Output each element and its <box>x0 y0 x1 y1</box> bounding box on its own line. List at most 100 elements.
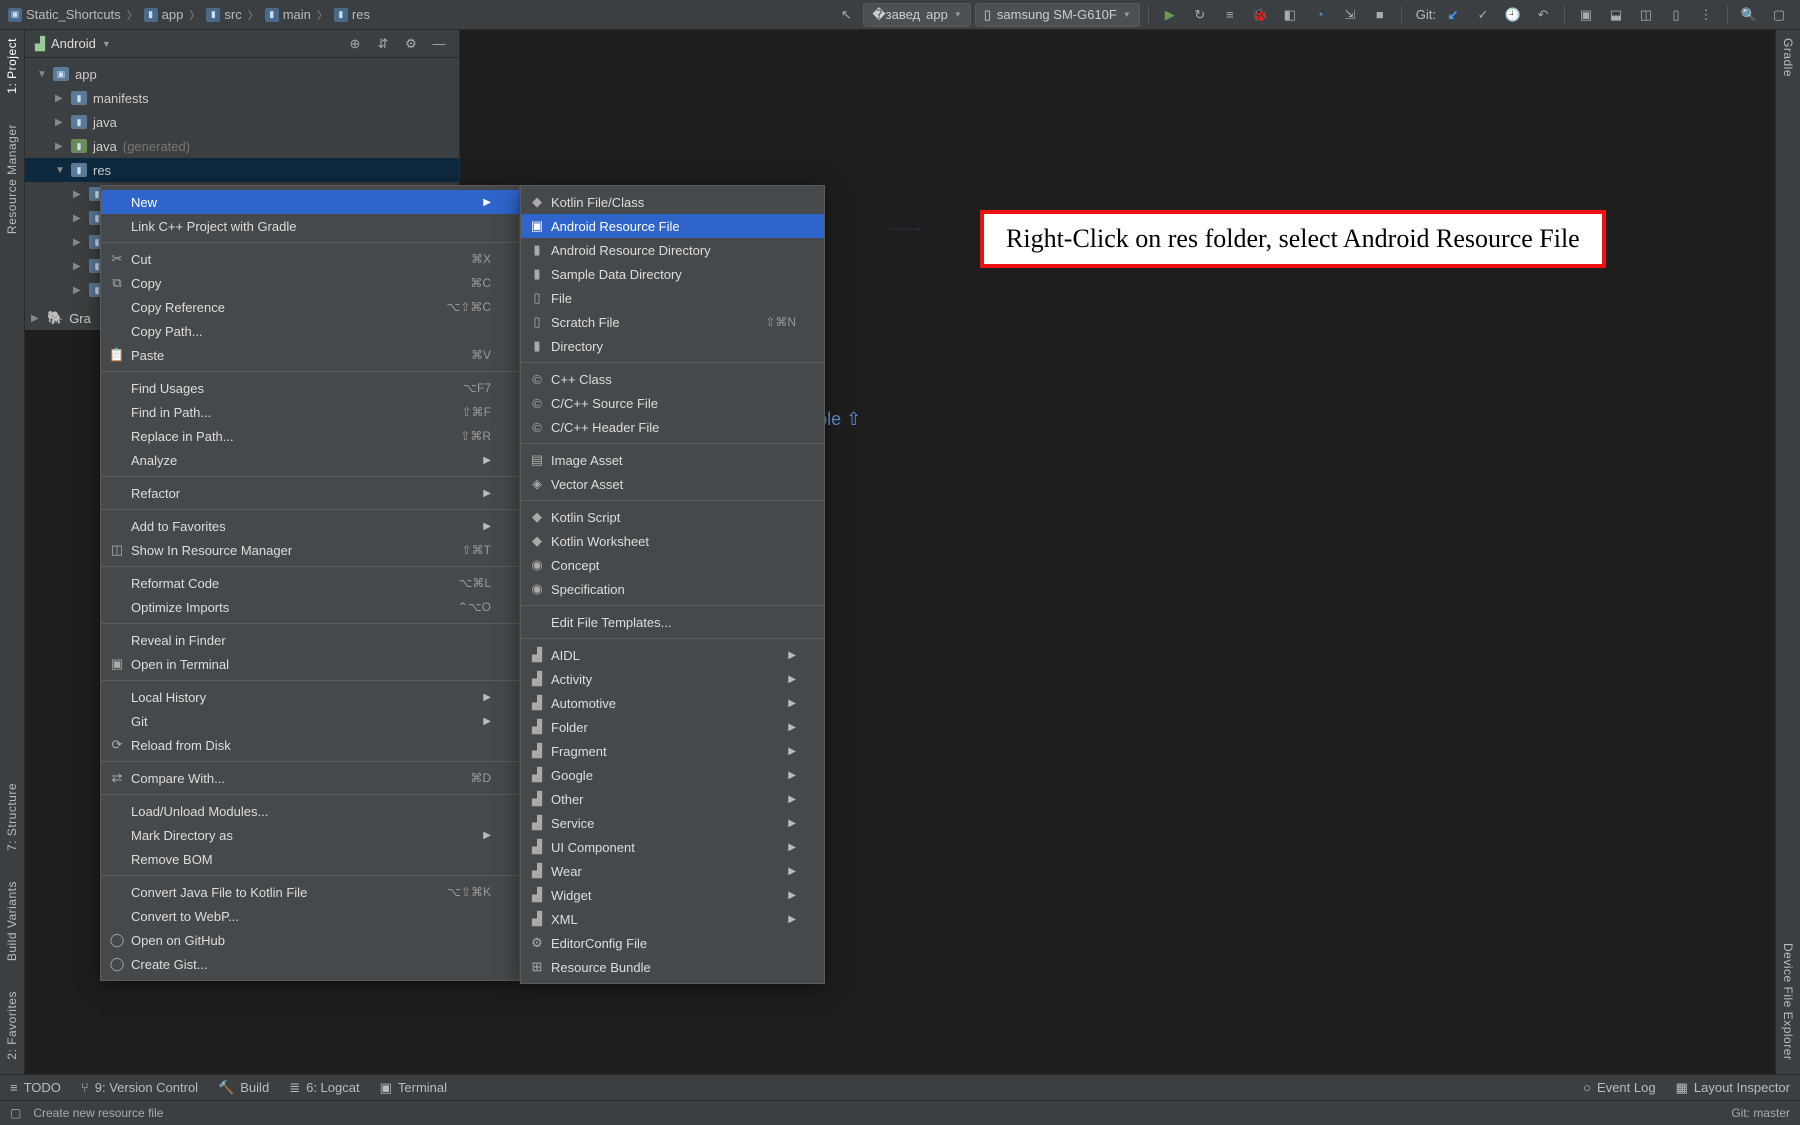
gear-icon[interactable]: ⚙ <box>401 34 421 54</box>
toolwin-build[interactable]: 🔨Build <box>218 1080 269 1096</box>
ctx-xml[interactable]: ▟XML▶ <box>521 907 824 931</box>
add-config-button[interactable]: ↖ <box>833 4 859 26</box>
ctx-find-usages[interactable]: Find Usages⌥F7 <box>101 376 519 400</box>
apply-changes-button[interactable]: ↻ <box>1187 4 1213 26</box>
ctx-link-cpp[interactable]: Link C++ Project with Gradle <box>101 214 519 238</box>
ctx-folder[interactable]: ▟Folder▶ <box>521 715 824 739</box>
ctx-widget[interactable]: ▟Widget▶ <box>521 883 824 907</box>
ctx-git[interactable]: Git▶ <box>101 709 519 733</box>
ctx-mark-directory[interactable]: Mark Directory as▶ <box>101 823 519 847</box>
ctx-convert-kotlin[interactable]: Convert Java File to Kotlin File⌥⇧⌘K <box>101 880 519 904</box>
ctx-analyze[interactable]: Analyze▶ <box>101 448 519 472</box>
rail-structure[interactable]: 7: Structure <box>5 783 19 851</box>
ctx-editorconfig[interactable]: ⚙EditorConfig File <box>521 931 824 955</box>
ctx-optimize-imports[interactable]: Optimize Imports⌃⌥O <box>101 595 519 619</box>
ctx-sample-data-directory[interactable]: ▮Sample Data Directory <box>521 262 824 286</box>
crumb-res[interactable]: ▮res <box>334 7 370 22</box>
toolwin-vcs[interactable]: ⑂9: Version Control <box>81 1080 198 1095</box>
ctx-create-gist[interactable]: ◯Create Gist... <box>101 952 519 976</box>
tree-toggle-icon[interactable]: ▼ <box>37 69 47 80</box>
ctx-android-resource-directory[interactable]: ▮Android Resource Directory <box>521 238 824 262</box>
ctx-specification[interactable]: ◉Specification <box>521 577 824 601</box>
ctx-open-terminal[interactable]: ▣Open in Terminal <box>101 652 519 676</box>
ctx-refactor[interactable]: Refactor▶ <box>101 481 519 505</box>
ctx-c-header[interactable]: ©C/C++ Header File <box>521 415 824 439</box>
tree-toggle-icon[interactable]: ▶ <box>31 313 41 324</box>
toolwin-todo[interactable]: ≡TODO <box>10 1080 61 1095</box>
toolwindows-icon[interactable]: ▢ <box>10 1106 21 1120</box>
tree-node-java-generated[interactable]: ▶▮java (generated) <box>25 134 459 158</box>
toolwin-layout-inspector[interactable]: ▦Layout Inspector <box>1676 1080 1790 1096</box>
rail-gradle[interactable]: Gradle <box>1781 38 1795 77</box>
tree-node-manifests[interactable]: ▶▮manifests <box>25 86 459 110</box>
run-config-combo[interactable]: �заведapp▼ <box>863 3 970 27</box>
stop-button[interactable]: ■ <box>1367 4 1393 26</box>
ctx-new[interactable]: New▶ <box>101 190 519 214</box>
git-branch[interactable]: Git: master <box>1731 1106 1790 1120</box>
crumb-project[interactable]: ▣Static_Shortcuts <box>8 7 121 22</box>
ctx-directory[interactable]: ▮Directory <box>521 334 824 358</box>
ctx-aidl[interactable]: ▟AIDL▶ <box>521 643 824 667</box>
search-button[interactable]: 🔍 <box>1736 4 1762 26</box>
attach-debugger-button[interactable]: ⇲ <box>1337 4 1363 26</box>
rail-device-file-explorer[interactable]: Device File Explorer <box>1781 943 1795 1060</box>
ctx-image-asset[interactable]: ▤Image Asset <box>521 448 824 472</box>
account-button[interactable]: ▢ <box>1766 4 1792 26</box>
ctx-local-history[interactable]: Local History▶ <box>101 685 519 709</box>
ctx-google[interactable]: ▟Google▶ <box>521 763 824 787</box>
ctx-kotlin-worksheet[interactable]: ◆Kotlin Worksheet <box>521 529 824 553</box>
git-commit-button[interactable]: ✓ <box>1470 4 1496 26</box>
ctx-reveal-finder[interactable]: Reveal in Finder <box>101 628 519 652</box>
ctx-scratch-file[interactable]: ▯Scratch File⇧⌘N <box>521 310 824 334</box>
ctx-load-modules[interactable]: Load/Unload Modules... <box>101 799 519 823</box>
tree-toggle-icon[interactable]: ▶ <box>55 93 65 104</box>
ctx-remove-bom[interactable]: Remove BOM <box>101 847 519 871</box>
hide-icon[interactable]: — <box>429 34 449 54</box>
git-update-button[interactable]: ↙ <box>1440 4 1466 26</box>
ctx-open-github[interactable]: ◯Open on GitHub <box>101 928 519 952</box>
tree-toggle-icon[interactable]: ▶ <box>73 285 83 296</box>
tree-toggle-icon[interactable]: ▶ <box>73 261 83 272</box>
project-view-combo[interactable]: ▟ Android ▼ <box>35 36 111 52</box>
coverage-button[interactable]: ◧ <box>1277 4 1303 26</box>
ctx-file[interactable]: ▯File <box>521 286 824 310</box>
git-history-button[interactable]: 🕘 <box>1500 4 1526 26</box>
ctx-concept[interactable]: ◉Concept <box>521 553 824 577</box>
ctx-ui-component[interactable]: ▟UI Component▶ <box>521 835 824 859</box>
more-button[interactable]: ⋮ <box>1693 4 1719 26</box>
ctx-fragment[interactable]: ▟Fragment▶ <box>521 739 824 763</box>
git-rollback-button[interactable]: ↶ <box>1530 4 1556 26</box>
ctx-kotlin-file[interactable]: ◆Kotlin File/Class <box>521 190 824 214</box>
crumb-src[interactable]: ▮src <box>206 7 241 22</box>
rail-resource-manager[interactable]: Resource Manager <box>5 124 19 234</box>
avd-manager-button[interactable]: ▣ <box>1573 4 1599 26</box>
tree-node-app[interactable]: ▼▣app <box>25 62 459 86</box>
ctx-wear[interactable]: ▟Wear▶ <box>521 859 824 883</box>
expand-icon[interactable]: ⇵ <box>373 34 393 54</box>
tree-toggle-icon[interactable]: ▶ <box>73 237 83 248</box>
rail-favorites[interactable]: 2: Favorites <box>5 991 19 1060</box>
ctx-android-resource-file[interactable]: ▣Android Resource File <box>521 214 824 238</box>
ctx-service[interactable]: ▟Service▶ <box>521 811 824 835</box>
tree-toggle-icon[interactable]: ▼ <box>55 165 65 176</box>
tree-node-res[interactable]: ▼▮res <box>25 158 459 182</box>
tree-toggle-icon[interactable]: ▶ <box>73 213 83 224</box>
tree-toggle-icon[interactable]: ▶ <box>73 189 83 200</box>
ctx-find-in-path[interactable]: Find in Path...⇧⌘F <box>101 400 519 424</box>
ctx-cpp-class[interactable]: ©C++ Class <box>521 367 824 391</box>
ctx-convert-webp[interactable]: Convert to WebP... <box>101 904 519 928</box>
resource-manager-button[interactable]: ◫ <box>1633 4 1659 26</box>
device-manager-button[interactable]: ▯ <box>1663 4 1689 26</box>
ctx-edit-templates[interactable]: Edit File Templates... <box>521 610 824 634</box>
locate-icon[interactable]: ⊕ <box>345 34 365 54</box>
toolwin-logcat[interactable]: ≣6: Logcat <box>289 1080 359 1096</box>
crumb-main[interactable]: ▮main <box>265 7 311 22</box>
ctx-kotlin-script[interactable]: ◆Kotlin Script <box>521 505 824 529</box>
device-combo[interactable]: ▯samsung SM-G610F▼ <box>975 3 1140 27</box>
ctx-reformat[interactable]: Reformat Code⌥⌘L <box>101 571 519 595</box>
tree-toggle-icon[interactable]: ▶ <box>55 117 65 128</box>
ctx-c-source[interactable]: ©C/C++ Source File <box>521 391 824 415</box>
tree-node-java[interactable]: ▶▮java <box>25 110 459 134</box>
ctx-resource-bundle[interactable]: ⊞Resource Bundle <box>521 955 824 979</box>
rail-project[interactable]: 1: Project <box>5 38 19 94</box>
